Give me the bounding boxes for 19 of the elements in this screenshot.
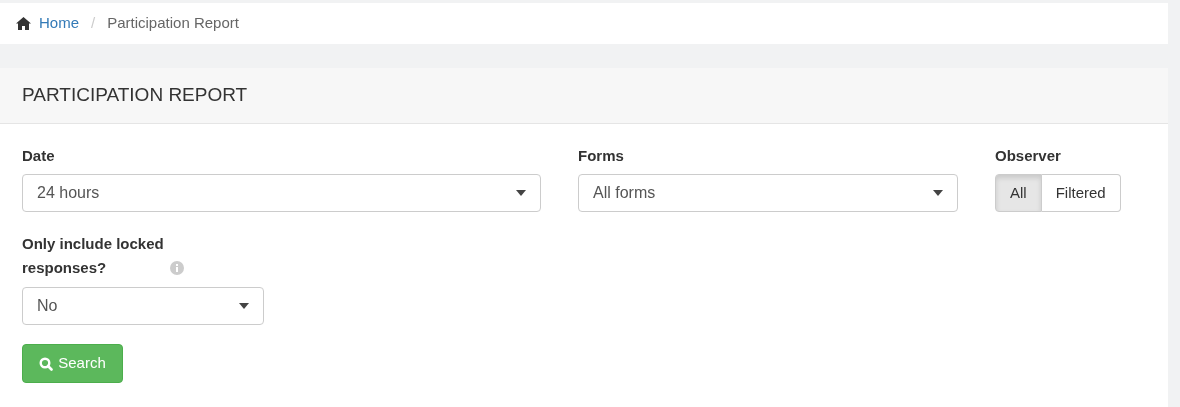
panel-title: PARTICIPATION REPORT (22, 83, 248, 108)
observer-toggle[interactable]: All (995, 174, 1042, 212)
breadcrumb-separator: / (90, 13, 97, 34)
home-icon (16, 17, 31, 30)
home-link[interactable]: Home (39, 12, 79, 35)
field-label: Observer (995, 146, 1062, 165)
search-icon (39, 356, 54, 371)
caret-icon (516, 190, 526, 196)
date-select[interactable]: 24 hours (22, 174, 541, 212)
field-label: Date (22, 146, 56, 165)
forms-select[interactable]: All forms (578, 174, 958, 212)
caret-icon (239, 303, 249, 309)
observer-toggle[interactable]: Filtered (1041, 174, 1121, 212)
locked-select[interactable]: No (22, 287, 264, 325)
field-label: Only include locked responses? (22, 234, 165, 278)
caret-icon (933, 190, 943, 196)
info-icon (170, 261, 184, 275)
breadcrumb-current: Participation Report (107, 13, 239, 34)
field-label: Forms (578, 146, 625, 165)
